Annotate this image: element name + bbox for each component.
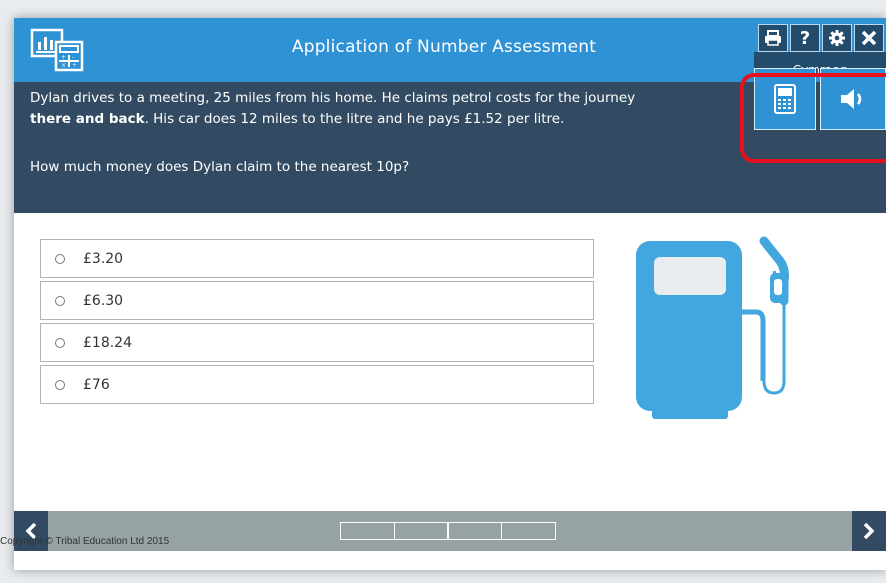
progress-segment xyxy=(340,522,395,540)
help-button[interactable]: ? xyxy=(790,24,820,52)
radio-button[interactable] xyxy=(55,337,65,348)
option-4[interactable]: £76 xyxy=(40,365,594,404)
question-text-part2: . His car does 12 miles to the litre and… xyxy=(144,111,565,127)
option-label: £3.20 xyxy=(83,250,124,267)
chevron-right-icon xyxy=(863,522,875,540)
settings-button[interactable] xyxy=(822,24,852,52)
copyright-text: Copyright © Tribal Education Ltd 2015 xyxy=(0,536,170,547)
option-label: £6.30 xyxy=(83,292,124,309)
progress-indicator xyxy=(340,522,556,540)
option-1[interactable]: £3.20 xyxy=(40,239,594,278)
close-icon xyxy=(861,30,877,46)
question-text-bold: there and back xyxy=(30,111,145,127)
radio-button[interactable] xyxy=(55,253,65,264)
svg-text:÷: ÷ xyxy=(72,62,77,69)
question-text-part1: Dylan drives to a meeting, 25 miles from… xyxy=(30,90,636,106)
next-button[interactable] xyxy=(852,511,886,551)
close-button[interactable] xyxy=(854,24,884,52)
option-label: £18.24 xyxy=(83,334,132,351)
svg-text:+: + xyxy=(61,54,66,61)
question-prompt: How much money does Dylan claim to the n… xyxy=(30,159,410,175)
progress-segment xyxy=(500,522,556,540)
help-icon: ? xyxy=(799,27,811,49)
assessment-window: + - × ÷ Application of Number Assessment… xyxy=(14,18,886,570)
print-icon xyxy=(765,30,781,46)
progress-segment xyxy=(393,522,449,540)
option-2[interactable]: £6.30 xyxy=(40,281,594,320)
answer-options: £3.20 £6.30 £18.24 £76 xyxy=(40,239,594,407)
option-3[interactable]: £18.24 xyxy=(40,323,594,362)
option-label: £76 xyxy=(83,376,110,393)
question-text: Dylan drives to a meeting, 25 miles from… xyxy=(30,88,730,130)
tools-highlight-outline xyxy=(740,73,886,163)
svg-text:×: × xyxy=(61,62,66,69)
progress-segment xyxy=(447,522,502,540)
page-title: Application of Number Assessment xyxy=(291,37,597,57)
radio-button[interactable] xyxy=(55,379,65,390)
print-button[interactable] xyxy=(758,24,788,52)
app-logo-icon: + - × ÷ xyxy=(30,28,84,72)
radio-button[interactable] xyxy=(55,295,65,306)
petrol-pump-icon xyxy=(636,236,789,419)
settings-icon xyxy=(829,30,845,46)
svg-text:-: - xyxy=(72,54,74,61)
